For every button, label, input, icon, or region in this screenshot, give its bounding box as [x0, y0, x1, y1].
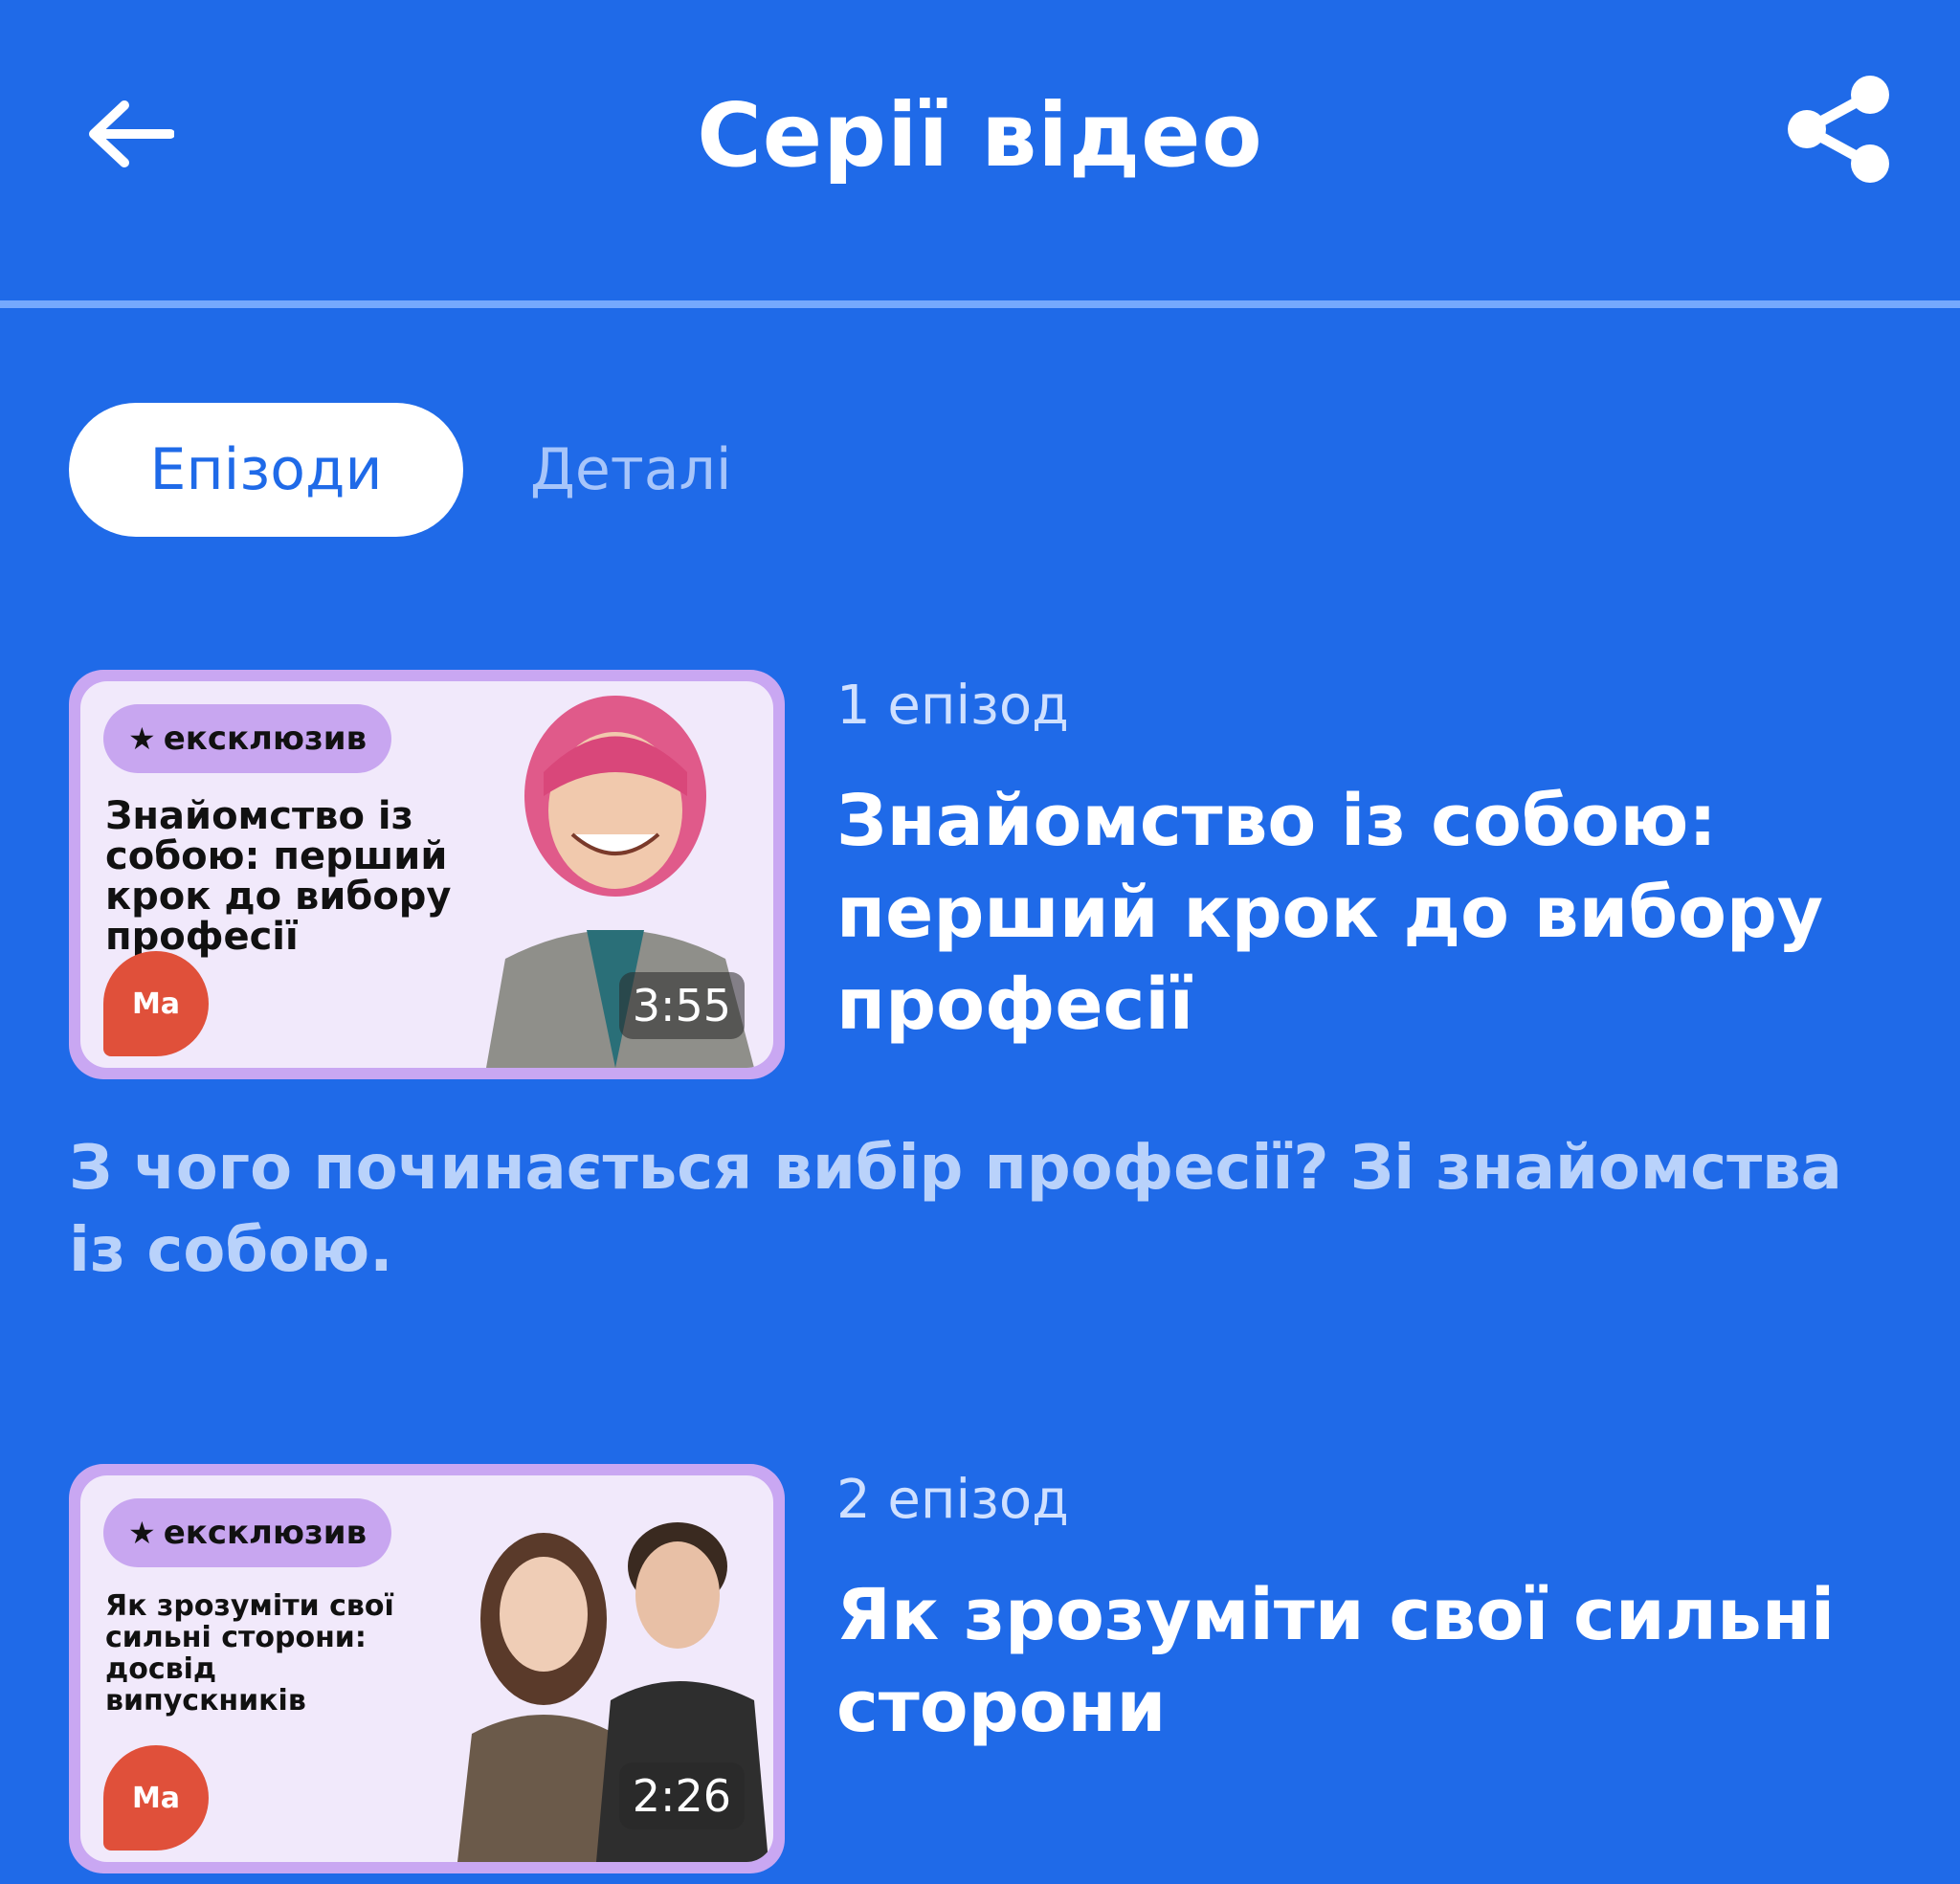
exclusive-badge-label: ексклюзив [163, 720, 368, 758]
page-title: Серії відео [697, 84, 1263, 187]
header-divider [0, 300, 1960, 308]
back-button[interactable] [84, 88, 176, 180]
episode-thumbnail[interactable]: ★ ексклюзив Як зрозуміти свої сильні сто… [69, 1464, 785, 1873]
top-app-bar: Серії відео [0, 0, 1960, 304]
thumbnail-frame: ★ ексклюзив Знайомство із собою: перший … [80, 681, 773, 1068]
tab-episodes[interactable]: Епізоди [69, 403, 463, 537]
episode-title[interactable]: Знайомство із собою: перший крок до вибо… [836, 775, 1908, 1051]
thumbnail-caption: Знайомство із собою: перший крок до вибо… [105, 794, 452, 959]
episode-number: 2 епізод [836, 1469, 1069, 1531]
star-icon: ★ [128, 720, 156, 757]
episode-description: З чого починається вибір професії? Зі зн… [69, 1133, 1842, 1286]
video-duration: 3:55 [618, 972, 745, 1039]
share-icon [1788, 76, 1889, 183]
video-duration: 2:26 [618, 1762, 745, 1829]
star-icon: ★ [128, 1515, 156, 1551]
exclusive-badge-label: ексклюзив [163, 1514, 368, 1552]
episode-thumbnail[interactable]: ★ ексклюзив Знайомство із собою: перший … [69, 670, 785, 1079]
tab-details[interactable]: Деталі [530, 403, 732, 537]
tab-bar: Епізоди Деталі [69, 403, 732, 537]
channel-logo: Ма [103, 951, 209, 1056]
share-button[interactable] [1782, 72, 1895, 187]
thumbnail-frame: ★ ексклюзив Як зрозуміти свої сильні сто… [80, 1475, 773, 1862]
arrow-left-icon [89, 100, 174, 167]
exclusive-badge: ★ ексклюзив [103, 1498, 392, 1567]
thumbnail-caption: Як зрозуміти свої сильні сторони: досвід… [105, 1589, 394, 1718]
episode-title[interactable]: Як зрозуміти свої сильні сторони [836, 1569, 1908, 1753]
app-screen: Серії відео Епізоди Деталі ★ ексклюзив З… [0, 0, 1960, 1884]
exclusive-badge: ★ ексклюзив [103, 704, 392, 773]
episode-number: 1 епізод [836, 675, 1069, 737]
channel-logo: Ма [103, 1745, 209, 1851]
